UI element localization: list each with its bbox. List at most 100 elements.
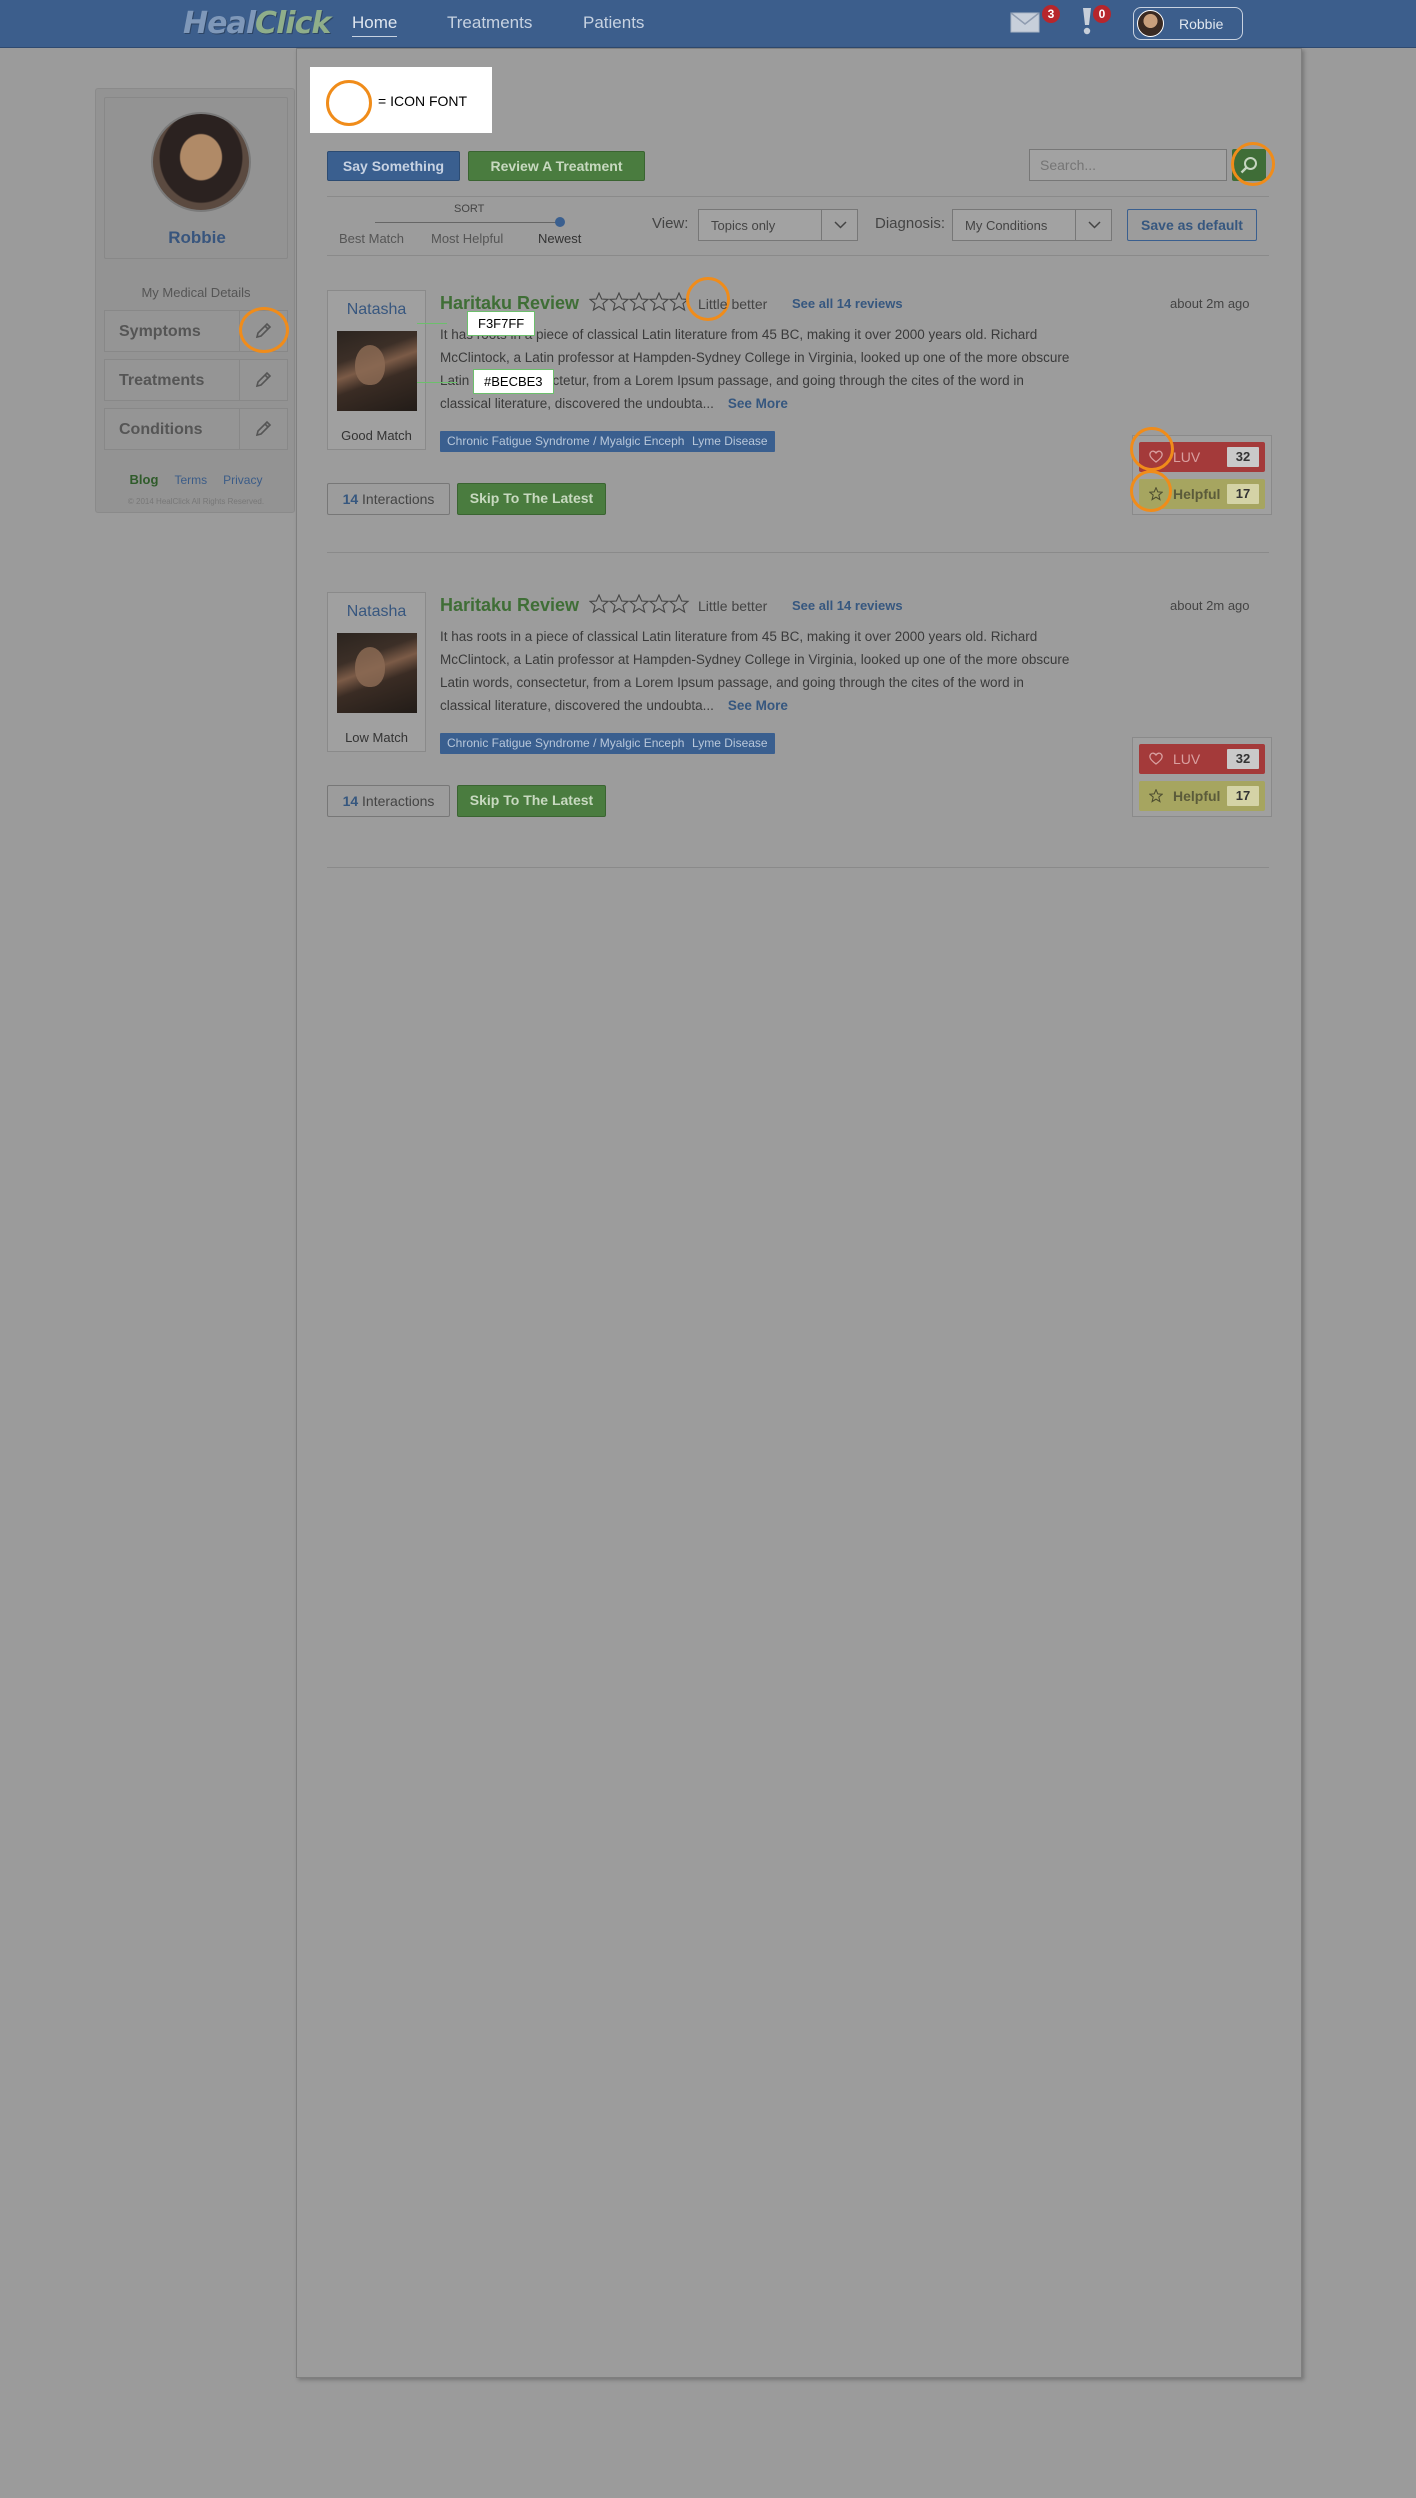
search-button[interactable]	[1232, 149, 1266, 181]
sort-best-match[interactable]: Best Match	[339, 231, 404, 246]
post-card: Natasha Good Match Haritaku Review Littl…	[327, 277, 1272, 540]
color-callout-f3f7ff: F3F7FF	[467, 311, 536, 336]
helpful-count: 17	[1227, 786, 1259, 806]
helpful-button[interactable]: Helpful 17	[1139, 781, 1265, 811]
sidebar-item-symptoms[interactable]: Symptoms	[104, 310, 288, 352]
divider	[327, 552, 1269, 553]
tag-lyme-disease[interactable]: Lyme Disease	[685, 733, 775, 754]
callout-line	[417, 382, 457, 383]
sort-most-helpful[interactable]: Most Helpful	[431, 231, 503, 246]
nav-home-link[interactable]: Home	[352, 13, 398, 37]
see-more-link[interactable]: See More	[728, 396, 788, 411]
envelope-icon[interactable]	[1010, 12, 1040, 33]
logo-text-heal: Heal	[183, 6, 256, 41]
say-something-button[interactable]: Say Something	[327, 151, 460, 181]
sidebar-item-label: Symptoms	[119, 323, 201, 340]
interactions-count: 14	[342, 793, 359, 809]
author-photo[interactable]	[337, 331, 417, 411]
skip-to-latest-button[interactable]: Skip To The Latest	[457, 785, 606, 817]
vote-box: LUV 32 Helpful 17	[1132, 737, 1272, 817]
edit-conditions-button[interactable]	[239, 409, 287, 449]
match-level: Low Match	[345, 730, 408, 745]
sidebar-item-conditions[interactable]: Conditions	[104, 408, 288, 450]
edit-symptoms-button[interactable]	[239, 311, 287, 351]
luv-button[interactable]: LUV 32	[1139, 442, 1265, 472]
pencil-icon	[255, 420, 272, 437]
see-all-reviews-link[interactable]: See all 14 reviews	[792, 598, 903, 613]
blog-link[interactable]: Blog	[130, 472, 159, 487]
user-name: Robbie	[1179, 16, 1224, 32]
helpful-label: Helpful	[1173, 486, 1221, 502]
star-icon	[1149, 789, 1163, 803]
sidebar-item-label: Treatments	[119, 372, 205, 389]
view-select[interactable]: Topics only	[698, 209, 858, 241]
profile-avatar[interactable]	[151, 112, 251, 212]
legend-ring	[326, 80, 372, 126]
profile-name[interactable]: Robbie	[105, 228, 289, 248]
heart-icon	[1149, 752, 1163, 765]
pencil-icon	[255, 322, 272, 339]
sort-newest[interactable]: Newest	[538, 231, 581, 246]
post-title[interactable]: Haritaku Review	[440, 595, 579, 616]
messages-count-badge: 3	[1042, 5, 1060, 23]
luv-count: 32	[1227, 749, 1259, 769]
search-input[interactable]	[1029, 149, 1227, 181]
user-menu-button[interactable]: Robbie	[1133, 7, 1243, 40]
healclick-logo[interactable]: HealClick	[183, 6, 331, 41]
exclamation-icon[interactable]	[1080, 6, 1094, 36]
star-icon	[668, 292, 690, 312]
helpful-button[interactable]: Helpful 17	[1139, 479, 1265, 509]
star-icon	[648, 292, 670, 312]
sort-title: SORT	[454, 203, 485, 215]
privacy-link[interactable]: Privacy	[223, 473, 262, 487]
main-panel: = ICON FONT Say Something Review A Treat…	[296, 48, 1302, 2378]
sort-slider-track[interactable]	[375, 222, 561, 223]
nav-treatments-link[interactable]: Treatments	[447, 13, 532, 33]
star-icon	[628, 292, 650, 312]
alerts-count-badge: 0	[1093, 5, 1111, 23]
luv-button[interactable]: LUV 32	[1139, 744, 1265, 774]
match-level: Good Match	[341, 428, 412, 443]
sidebar-item-treatments[interactable]: Treatments	[104, 359, 288, 401]
diagnosis-select[interactable]: My Conditions	[952, 209, 1112, 241]
star-rating	[589, 594, 690, 614]
sidebar: Robbie My Medical Details Symptoms Treat…	[95, 88, 295, 513]
see-all-reviews-link[interactable]: See all 14 reviews	[792, 296, 903, 311]
review-treatment-button[interactable]: Review A Treatment	[468, 151, 645, 181]
post-body: It has roots in a piece of classical Lat…	[440, 625, 1075, 717]
sort-slider-handle[interactable]	[555, 217, 565, 227]
nav-patients-link[interactable]: Patients	[583, 13, 644, 33]
view-label: View:	[652, 215, 689, 232]
footer-links: Blog Terms Privacy	[96, 472, 296, 487]
edit-treatments-button[interactable]	[239, 360, 287, 400]
interactions-button[interactable]: 14 Interactions	[327, 785, 450, 817]
author-name[interactable]: Natasha	[328, 301, 425, 319]
user-avatar	[1137, 10, 1164, 37]
icon-font-legend: = ICON FONT	[310, 67, 492, 133]
skip-to-latest-button[interactable]: Skip To The Latest	[457, 483, 606, 515]
search-icon	[1240, 157, 1257, 174]
interactions-label: Interactions	[362, 793, 435, 809]
medical-details-title: My Medical Details	[141, 285, 251, 300]
star-icon	[668, 594, 690, 614]
helpful-label: Helpful	[1173, 788, 1221, 804]
chevron-down-icon	[1075, 210, 1111, 240]
author-card: Natasha Good Match	[327, 290, 426, 450]
author-name[interactable]: Natasha	[328, 603, 425, 621]
profile-card: Robbie	[104, 97, 288, 259]
interactions-button[interactable]: 14 Interactions	[327, 483, 450, 515]
see-more-link[interactable]: See More	[728, 698, 788, 713]
tag-lyme-disease[interactable]: Lyme Disease	[685, 431, 775, 452]
author-photo[interactable]	[337, 633, 417, 713]
callout-line	[417, 323, 447, 324]
luv-label: LUV	[1173, 449, 1201, 465]
star-icon	[589, 292, 610, 312]
star-icon	[1149, 487, 1163, 501]
terms-link[interactable]: Terms	[174, 473, 207, 487]
pencil-icon	[255, 371, 272, 388]
legend-text: = ICON FONT	[378, 93, 468, 109]
diagnosis-select-value: My Conditions	[965, 218, 1048, 233]
save-default-button[interactable]: Save as default	[1127, 209, 1257, 241]
top-navbar: HealClick Home Treatments Patients 3 0 R…	[0, 0, 1416, 48]
chevron-down-icon	[821, 210, 857, 240]
